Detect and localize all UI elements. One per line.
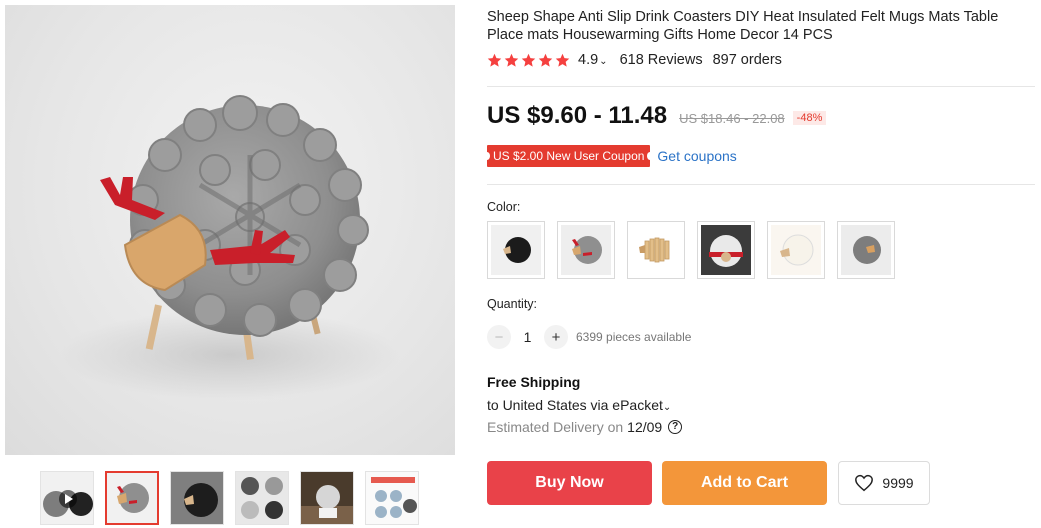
quantity-label: Quantity: (487, 297, 538, 311)
shipping-title: Free Shipping (487, 374, 581, 390)
quantity-input[interactable]: 1 (511, 329, 544, 345)
star-icon (504, 53, 519, 67)
color-label: Color: (487, 200, 521, 214)
gray-sheep-icon (561, 225, 611, 275)
add-to-cart-button[interactable]: Add to Cart (662, 461, 827, 505)
discount-badge: -48% (792, 111, 827, 125)
star-icon (555, 53, 570, 67)
wishlist-button[interactable]: 9999 (838, 461, 930, 505)
color-swatch-white-sheep-red-antlers[interactable] (697, 221, 755, 279)
white-sheep-icon (771, 225, 821, 275)
color-swatch-wooden-sheep[interactable] (627, 221, 685, 279)
coupon-row: US $2.00 New User Coupon Get coupons (483, 145, 737, 167)
color-swatches (487, 221, 907, 279)
star-icon (487, 53, 502, 67)
star-rating (487, 53, 570, 68)
white-sheep-icon (701, 225, 751, 275)
rating-score[interactable]: 4.9⌄ (578, 52, 608, 68)
estimated-delivery-date: 12/09 (627, 419, 663, 435)
black-sheep-icon (171, 472, 223, 524)
quantity-stepper: − 1 + 6399 pieces available (487, 325, 691, 349)
video-thumbnail[interactable] (40, 471, 94, 525)
divider (487, 86, 1035, 87)
orders-count: 897 orders (712, 52, 782, 68)
divider (487, 184, 1035, 185)
color-swatch-gray-sheep-red-antlers[interactable] (557, 221, 615, 279)
original-price: US $18.46 - 22.08 (679, 111, 785, 126)
gray-sheep-thumbnail[interactable] (105, 471, 159, 525)
black-sheep-closeup-thumbnail[interactable] (170, 471, 224, 525)
coasters-icon (236, 472, 288, 524)
estimated-delivery-label: Estimated Delivery on (487, 419, 624, 435)
decrease-quantity-button[interactable]: − (487, 325, 511, 349)
sale-price: US $9.60 - 11.48 (487, 102, 668, 129)
lifestyle-icon (301, 472, 353, 524)
coasters-set-thumbnail[interactable] (235, 471, 289, 525)
price-row: US $9.60 - 11.48 US $18.46 - 22.08 -48% (487, 102, 827, 130)
shipping-destination[interactable]: to United States via ePacket⌄ (487, 397, 671, 413)
gray-sheep-icon (841, 225, 891, 275)
heart-icon (855, 474, 874, 492)
buy-now-button[interactable]: Buy Now (487, 461, 652, 505)
wooden-sheep-icon (631, 225, 681, 275)
black-sheep-icon (491, 225, 541, 275)
available-stock: 6399 pieces available (576, 330, 692, 344)
infographic-icon (366, 472, 418, 524)
star-icon (521, 53, 536, 67)
lifestyle-thumbnail[interactable] (300, 471, 354, 525)
gray-sheep-icon (117, 483, 149, 513)
new-user-coupon-badge[interactable]: US $2.00 New User Coupon (483, 145, 654, 167)
chevron-down-icon: ⌄ (662, 402, 672, 413)
star-icon (538, 53, 553, 67)
main-product-image[interactable] (5, 5, 455, 455)
play-icon (43, 490, 93, 517)
infographic-thumbnail[interactable] (365, 471, 419, 525)
color-swatch-gray-sheep[interactable] (837, 221, 895, 279)
chevron-down-icon: ⌄ (599, 56, 608, 67)
get-coupons-link[interactable]: Get coupons (657, 148, 736, 164)
increase-quantity-button[interactable]: + (544, 325, 568, 349)
sheep-illustration (60, 95, 400, 400)
rating-row: 4.9⌄ 618 Reviews 897 orders (487, 52, 782, 68)
wishlist-count: 9999 (882, 475, 914, 491)
reviews-link[interactable]: 618 Reviews (620, 52, 703, 68)
product-title: Sheep Shape Anti Slip Drink Coasters DIY… (487, 9, 999, 43)
color-swatch-white-sheep[interactable] (767, 221, 825, 279)
color-swatch-black-sheep[interactable] (487, 221, 545, 279)
estimated-delivery: Estimated Delivery on 12/09 ? (487, 419, 683, 435)
help-icon[interactable]: ? (668, 420, 683, 434)
